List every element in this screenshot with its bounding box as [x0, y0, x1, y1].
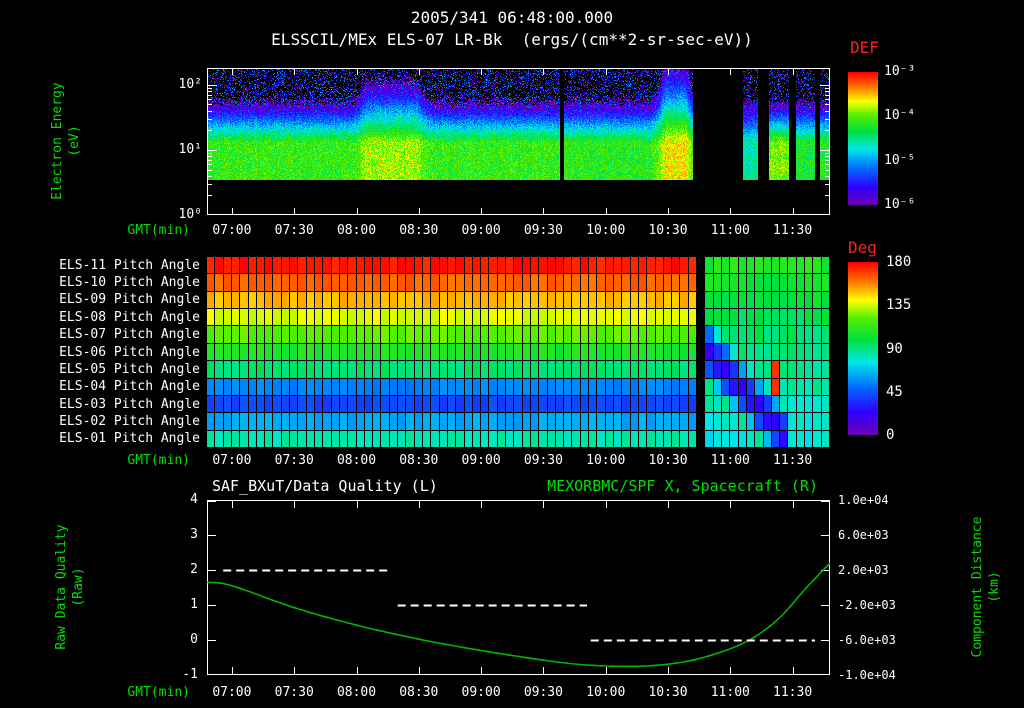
- time-tick-label: 10:30: [648, 453, 688, 468]
- time-tick-label: 11:00: [710, 685, 750, 700]
- deg-tick-label: 135: [886, 297, 912, 314]
- deg-tick-label: 90: [886, 340, 903, 357]
- distance-tick-label: -2.0e+03: [838, 598, 896, 612]
- time-tick-label: 07:00: [212, 685, 252, 700]
- def-colorbar-label: DEF: [850, 38, 879, 57]
- pitch-row-label: ELS-08 Pitch Angle: [59, 309, 200, 325]
- pitch-row-label: ELS-06 Pitch Angle: [59, 344, 200, 360]
- time-tick-label: 07:30: [274, 453, 314, 468]
- pitch-row-label: ELS-04 Pitch Angle: [59, 379, 200, 395]
- pitch-angle-panel: [207, 257, 830, 448]
- def-tick-label: 10⁻⁵: [884, 152, 916, 168]
- def-tick-label: 10⁻⁴: [884, 108, 916, 124]
- quality-tick-label: 3: [190, 527, 198, 542]
- time-tick-label: 10:00: [586, 685, 626, 700]
- electron-energy-axis-label: Electron Energy (eV): [49, 82, 83, 199]
- time-tick-label: 08:30: [399, 685, 439, 700]
- def-tick-label: 10⁻³: [884, 64, 916, 79]
- time-tick-label: 09:30: [523, 223, 563, 238]
- energy-tick-label: 10⁰: [178, 207, 202, 222]
- time-tick-label: 08:00: [336, 223, 377, 238]
- quality-tick-label: -1: [182, 667, 198, 682]
- component-distance-axis-label-line1: Component Distance: [970, 516, 985, 658]
- time-tick-label: 11:00: [710, 453, 750, 468]
- electron-energy-axis-label-line2: (eV): [67, 125, 82, 157]
- deg-tick-label: 45: [886, 383, 903, 400]
- time-tick-label: 10:30: [648, 223, 688, 238]
- time-tick-label: 10:00: [586, 223, 626, 238]
- quality-tick-label: 2: [190, 562, 198, 577]
- energy-tick-label: 10²: [178, 76, 202, 92]
- time-tick-label: 07:30: [274, 685, 314, 700]
- time-tick-label: 08:00: [336, 453, 377, 468]
- time-tick-label: 07:00: [212, 223, 252, 238]
- component-distance-axis-label-line2: (km): [987, 571, 1002, 603]
- pitch-row-label: ELS-07 Pitch Angle: [59, 327, 200, 343]
- time-tick-label: 07:00: [212, 453, 252, 468]
- time-tick-label: 09:30: [523, 685, 563, 700]
- time-tick-label: 10:00: [586, 453, 626, 468]
- deg-colorbar-label: Deg: [848, 238, 877, 257]
- quality-tick-label: 0: [190, 632, 198, 647]
- time-tick-label: 09:00: [461, 223, 501, 238]
- def-colorbar: [848, 72, 878, 205]
- pitch-row-label: ELS-05 Pitch Angle: [59, 361, 200, 377]
- page-title: 2005/341 06:48:00.000: [410, 8, 614, 27]
- gmt-axis-label: GMT(min): [127, 685, 190, 700]
- time-tick-label: 09:30: [523, 453, 563, 468]
- quality-tick-label: 1: [190, 597, 198, 612]
- distance-tick-label: -6.0e+03: [838, 633, 896, 647]
- distance-tick-label: 2.0e+03: [838, 563, 889, 577]
- quality-tick-label: 4: [190, 492, 198, 507]
- component-distance-axis-label: Component Distance (km): [969, 517, 1003, 658]
- distance-tick-label: -1.0e+04: [838, 668, 896, 682]
- pitch-row-label: ELS-02 Pitch Angle: [59, 413, 200, 429]
- deg-tick-label: 180: [886, 254, 912, 270]
- time-tick-label: 11:30: [773, 223, 813, 238]
- time-tick-label: 11:00: [710, 223, 750, 238]
- time-tick-label: 11:30: [773, 453, 813, 468]
- spectrogram-dashboard: 2005/341 06:48:00.000 ELSSCIL/MEx ELS-07…: [0, 0, 1024, 708]
- electron-energy-spectrogram: [207, 68, 830, 215]
- bottom-left-title: SAF_BXuT/Data Quality (L): [212, 477, 438, 495]
- time-tick-label: 10:30: [648, 685, 688, 700]
- distance-tick-label: 6.0e+03: [838, 528, 889, 542]
- energy-tick-label: 10¹: [178, 141, 202, 157]
- raw-data-quality-axis-label-line1: Raw Data Quality: [54, 524, 69, 650]
- raw-data-quality-axis-label: Raw Data Quality (Raw): [53, 524, 87, 649]
- pitch-row-label: ELS-01 Pitch Angle: [59, 431, 200, 447]
- gmt-axis-label: GMT(min): [127, 453, 190, 468]
- electron-energy-axis-label-line1: Electron Energy: [50, 82, 65, 200]
- quality-distance-plot: [207, 500, 830, 675]
- gmt-axis-label: GMT(min): [127, 223, 190, 238]
- time-tick-label: 08:30: [399, 223, 439, 238]
- time-tick-label: 08:00: [336, 685, 377, 700]
- time-tick-label: 09:00: [461, 685, 501, 700]
- deg-colorbar: [848, 262, 878, 435]
- def-tick-label: 10⁻⁶: [884, 197, 916, 212]
- distance-tick-label: 1.0e+04: [838, 493, 889, 507]
- deg-tick-label: 0: [886, 427, 895, 443]
- time-tick-label: 11:30: [773, 685, 813, 700]
- pitch-row-label: ELS-09 Pitch Angle: [59, 292, 200, 308]
- time-tick-label: 09:00: [461, 453, 501, 468]
- pitch-row-label: ELS-10 Pitch Angle: [59, 275, 200, 291]
- pitch-row-label: ELS-11 Pitch Angle: [59, 257, 200, 273]
- time-tick-label: 07:30: [274, 223, 314, 238]
- pitch-row-label: ELS-03 Pitch Angle: [59, 396, 200, 412]
- bottom-right-title: MEXORBMC/SPF X, Spacecraft (R): [547, 477, 818, 495]
- raw-data-quality-axis-label-line2: (Raw): [71, 567, 86, 607]
- time-tick-label: 08:30: [399, 453, 439, 468]
